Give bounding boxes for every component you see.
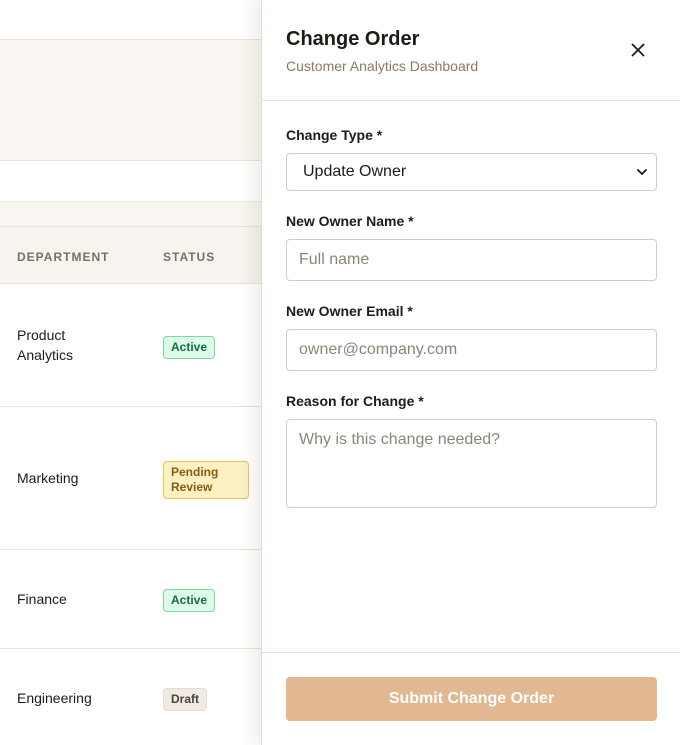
table-caption-strip (0, 201, 261, 227)
table-row[interactable]: Finance Active (0, 550, 261, 649)
close-icon (631, 43, 645, 57)
toolbar-area (0, 161, 261, 202)
new-owner-name-input[interactable] (286, 239, 657, 281)
status-badge: Draft (163, 688, 208, 711)
change-order-panel: Change Order Customer Analytics Dashboar… (261, 0, 680, 745)
change-type-select[interactable]: Update Owner (286, 153, 657, 191)
table-header: DEPARTMENT STATUS (0, 226, 261, 284)
department-cell: Engineering (17, 690, 92, 706)
panel-header: Change Order Customer Analytics Dashboar… (262, 0, 680, 101)
new-owner-email-input[interactable] (286, 329, 657, 371)
background-page: DEPARTMENT STATUS Product Analytics Acti… (0, 0, 261, 745)
department-cell: Finance (17, 591, 67, 607)
chevron-down-icon (637, 169, 647, 175)
table-row[interactable]: Engineering Draft (0, 649, 261, 745)
top-bar (0, 0, 261, 40)
status-badge: Pending Review (163, 461, 249, 499)
column-header-department[interactable]: DEPARTMENT (17, 250, 109, 264)
status-badge: Active (163, 336, 216, 359)
reason-label: Reason for Change * (286, 393, 424, 409)
change-type-label: Change Type * (286, 127, 383, 143)
status-badge: Active (163, 589, 216, 612)
panel-footer: Submit Change Order (262, 652, 680, 745)
submit-change-order-button[interactable]: Submit Change Order (286, 677, 657, 721)
page-header-area (0, 40, 261, 161)
table-row[interactable]: Product Analytics Active (0, 284, 261, 407)
close-button[interactable] (624, 36, 652, 64)
panel-subtitle: Customer Analytics Dashboard (286, 58, 479, 74)
department-cell: Marketing (17, 470, 79, 486)
change-type-value: Update Owner (303, 163, 407, 180)
new-owner-name-label: New Owner Name * (286, 213, 414, 229)
panel-title: Change Order (286, 28, 420, 50)
column-header-status[interactable]: STATUS (163, 250, 215, 264)
reason-textarea[interactable] (286, 419, 657, 508)
table-row[interactable]: Marketing Pending Review (0, 407, 261, 550)
new-owner-email-label: New Owner Email * (286, 303, 413, 319)
department-cell: Product Analytics (17, 327, 74, 363)
